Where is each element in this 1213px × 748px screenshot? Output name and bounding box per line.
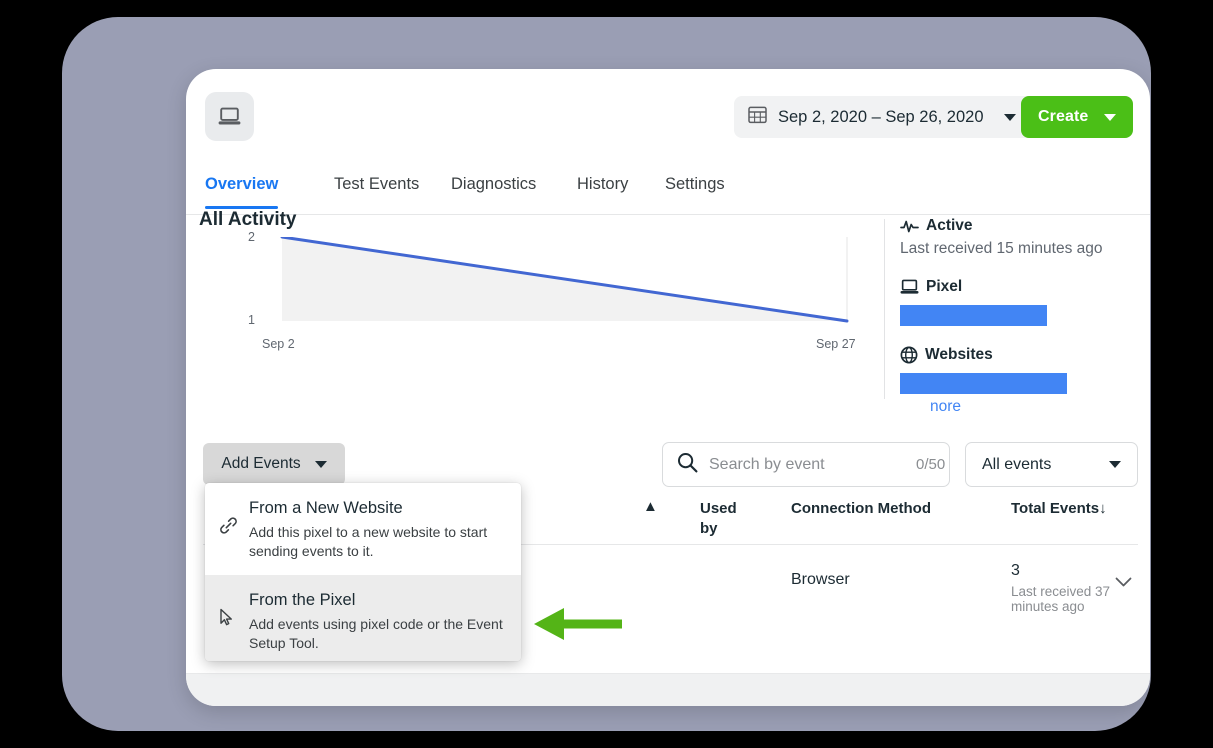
annotation-arrow-left-icon	[534, 607, 622, 641]
create-button-label: Create	[1038, 108, 1089, 125]
chart-xtick-start: Sep 2	[262, 337, 295, 351]
date-range-label: Sep 2, 2020 – Sep 26, 2020	[778, 107, 984, 126]
column-header-used-by[interactable]: Used by	[700, 499, 744, 539]
column-header-sort-arrow[interactable]: ▲	[643, 497, 658, 517]
status-websites-label: Websites	[925, 346, 993, 363]
device-frame: Sep 2, 2020 – Sep 26, 2020 Create Overvi…	[62, 17, 1151, 731]
websites-redacted-bar	[900, 373, 1067, 394]
add-events-label: Add Events	[221, 455, 301, 472]
link-icon	[219, 497, 245, 535]
laptop-icon	[900, 279, 919, 295]
menu-item-title: From the Pixel	[249, 591, 356, 609]
events-filter-dropdown[interactable]: All events	[965, 442, 1138, 487]
search-box[interactable]: 0/50	[662, 442, 950, 487]
chevron-down-icon	[1109, 461, 1121, 468]
status-active-row: Active	[900, 217, 1140, 235]
status-active-label: Active	[926, 217, 973, 234]
tab-settings[interactable]: Settings	[665, 175, 725, 208]
panel-divider	[884, 219, 885, 399]
column-header-total-events[interactable]: Total Events↓	[1011, 499, 1107, 519]
create-button[interactable]: Create	[1021, 96, 1134, 138]
calendar-icon	[748, 105, 767, 129]
cell-connection-method: Browser	[791, 571, 850, 588]
menu-item-from-a-new-website[interactable]: From a New Website Add this pixel to a n…	[205, 483, 521, 575]
chevron-down-icon[interactable]	[1115, 575, 1132, 593]
status-pixel-label: Pixel	[926, 278, 963, 295]
chart-xtick-end: Sep 27	[816, 337, 856, 351]
chart-ytick-bottom: 1	[248, 313, 255, 327]
globe-icon	[900, 346, 918, 364]
status-pixel-block: Pixel	[900, 278, 1140, 326]
cursor-icon	[219, 589, 245, 627]
chevron-down-icon	[314, 460, 327, 468]
menu-item-description: Add this pixel to a new website to start…	[249, 524, 488, 559]
tab-diagnostics[interactable]: Diagnostics	[451, 175, 536, 208]
date-range-picker[interactable]: Sep 2, 2020 – Sep 26, 2020	[734, 96, 1033, 138]
search-character-counter: 0/50	[916, 456, 946, 473]
menu-item-title: From a New Website	[249, 499, 403, 517]
chart-ytick-top: 2	[248, 230, 255, 244]
page-title: All Activity	[199, 209, 297, 230]
search-icon	[677, 452, 698, 478]
pulse-icon	[900, 219, 919, 234]
column-header-connection-method[interactable]: Connection Method	[791, 499, 931, 519]
menu-item-from-the-pixel[interactable]: From the Pixel Add events using pixel co…	[205, 575, 521, 661]
add-events-button[interactable]: Add Events	[203, 443, 345, 485]
table-footer	[186, 673, 1150, 706]
laptop-icon	[218, 107, 241, 126]
search-input[interactable]	[709, 455, 916, 474]
activity-chart: 2 1 Sep 2 Sep 27	[186, 230, 884, 377]
tab-overview[interactable]: Overview	[205, 175, 279, 209]
pixel-avatar	[205, 92, 254, 141]
chevron-down-icon	[1003, 113, 1016, 121]
status-active-subtitle: Last received 15 minutes ago	[900, 240, 1103, 257]
tab-bar: Overview Test Events Diagnostics History…	[186, 175, 1150, 215]
pixel-redacted-bar	[900, 305, 1047, 326]
tab-history[interactable]: History	[577, 175, 628, 208]
status-websites-block: Websites nore	[900, 346, 1140, 416]
chart-plot	[280, 237, 849, 323]
app-header: Sep 2, 2020 – Sep 26, 2020 Create	[186, 69, 1150, 141]
add-events-menu: From a New Website Add this pixel to a n…	[205, 483, 521, 661]
chevron-down-icon	[1104, 113, 1117, 121]
menu-item-description: Add events using pixel code or the Event…	[249, 616, 503, 651]
tab-test-events[interactable]: Test Events	[334, 175, 419, 208]
events-filter-label: All events	[982, 455, 1052, 473]
status-panel: Active Last received 15 minutes ago Pixe…	[900, 217, 1140, 416]
see-more-link[interactable]: nore	[930, 398, 961, 416]
